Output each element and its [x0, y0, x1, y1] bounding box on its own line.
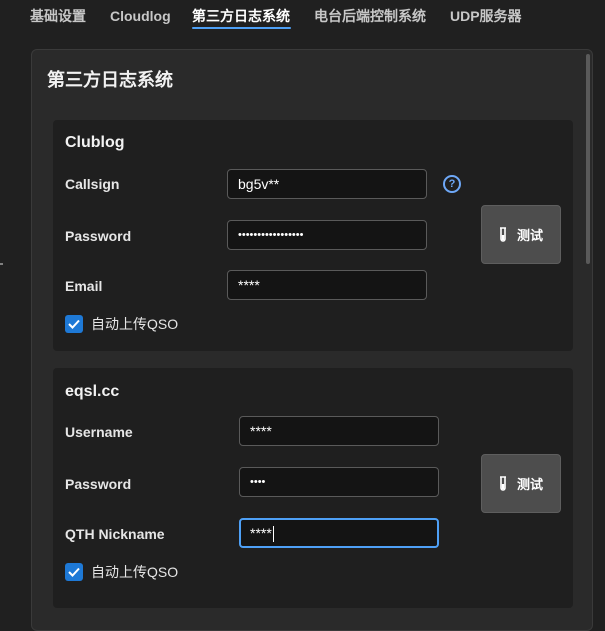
eqsl-title: eqsl.cc — [65, 383, 120, 400]
eqsl-test-label: 测试 — [516, 477, 543, 492]
text-caret — [272, 526, 274, 543]
panel-title: 第三方日志系统 — [47, 70, 173, 90]
clublog-test-button[interactable]: 测试 — [481, 205, 561, 264]
tab-basic-settings[interactable]: 基础设置 — [30, 6, 86, 26]
active-tab-indicator — [192, 27, 291, 29]
clublog-auto-upload-row[interactable]: 自动上传QSO — [65, 314, 178, 334]
window-edge-mark — [0, 263, 3, 265]
clublog-auto-upload-checkbox[interactable] — [65, 315, 83, 333]
qth-nickname-value: **** — [250, 525, 272, 541]
question-circle-icon[interactable]: ? — [443, 175, 461, 193]
eqsl-auto-upload-label: 自动上传QSO — [91, 564, 179, 580]
tab-rig-control[interactable]: 电台后端控制系统 — [314, 6, 426, 26]
scrollbar[interactable] — [586, 54, 590, 264]
clublog-title: Clublog — [65, 134, 125, 151]
callsign-label: Callsign — [65, 176, 120, 192]
username-input[interactable]: **** — [239, 416, 439, 446]
tab-udp-server[interactable]: UDP服务器 — [450, 6, 522, 26]
check-icon — [68, 319, 80, 329]
eqsl-auto-upload-checkbox[interactable] — [65, 563, 83, 581]
eqsl-test-button[interactable]: 测试 — [481, 454, 561, 513]
username-label: Username — [65, 424, 133, 440]
eqsl-password-label: Password — [65, 476, 132, 492]
tab-third-party-log[interactable]: 第三方日志系统 — [192, 6, 290, 26]
email-label: Email — [65, 278, 103, 294]
qth-nickname-input[interactable]: **** — [239, 518, 439, 548]
clublog-password-input[interactable]: ••••••••••••••••• — [227, 220, 427, 250]
check-icon — [68, 567, 80, 577]
callsign-input[interactable]: bg5v** — [227, 169, 427, 199]
eqsl-password-input[interactable]: •••• — [239, 467, 439, 497]
clublog-password-label: Password — [65, 228, 132, 244]
clublog-test-label: 测试 — [516, 228, 543, 243]
tab-cloudlog[interactable]: Cloudlog — [110, 6, 171, 26]
tab-bar: 基础设置 Cloudlog 第三方日志系统 电台后端控制系统 UDP服务器 — [0, 0, 605, 44]
clublog-auto-upload-label: 自动上传QSO — [91, 316, 179, 332]
test-tube-icon — [499, 475, 506, 491]
email-input[interactable]: **** — [227, 270, 427, 300]
test-tube-icon — [499, 226, 506, 242]
eqsl-auto-upload-row[interactable]: 自动上传QSO — [65, 562, 178, 582]
qth-nickname-label: QTH Nickname — [65, 526, 165, 542]
